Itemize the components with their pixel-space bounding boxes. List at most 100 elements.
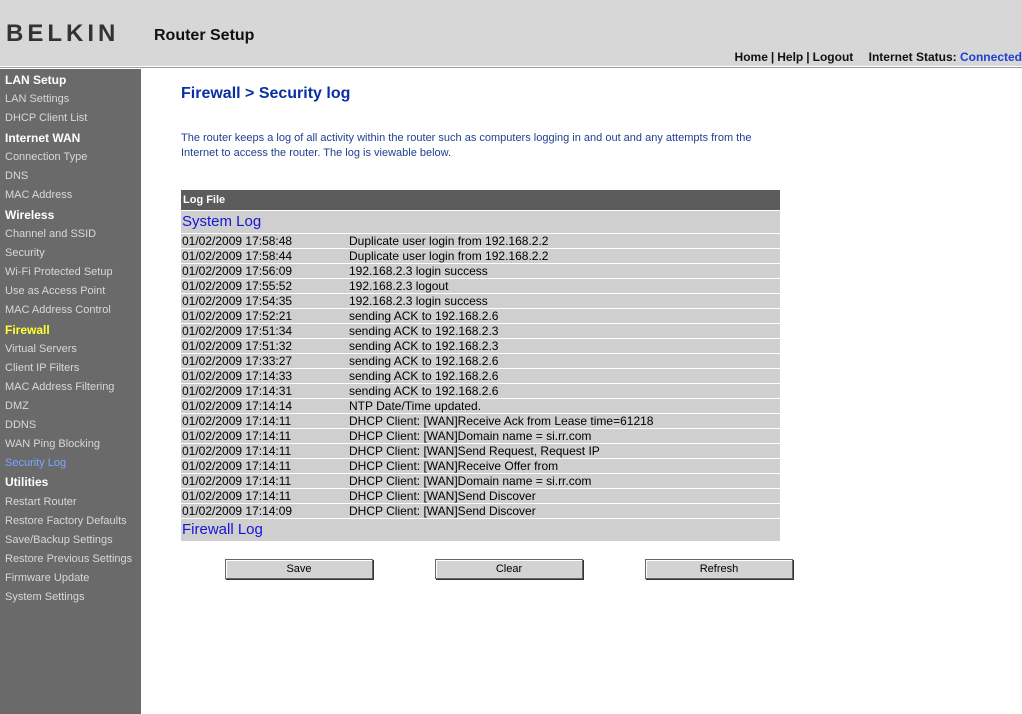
sidebar-item-restore-previous-settings[interactable]: Restore Previous Settings <box>5 553 132 565</box>
sidebar-item-connection-type[interactable]: Connection Type <box>5 151 87 163</box>
log-entry-time: 01/02/2009 17:54:35 <box>182 294 293 308</box>
log-entry-time: 01/02/2009 17:33:27 <box>182 354 293 368</box>
log-entry-row: 01/02/2009 17:56:09 192.168.2.3 login suc… <box>181 263 780 278</box>
log-entry-message: DHCP Client: [WAN]Send Discover <box>349 489 536 503</box>
sidebar-item-wan-ping-blocking[interactable]: WAN Ping Blocking <box>5 438 100 450</box>
sidebar-item-lan-settings[interactable]: LAN Settings <box>5 93 69 105</box>
log-entry-time: 01/02/2009 17:14:09 <box>182 504 293 518</box>
log-entry-time: 01/02/2009 17:55:52 <box>182 279 293 293</box>
header-divider-line <box>0 67 1022 68</box>
sidebar-item-mac-address[interactable]: MAC Address <box>5 189 72 201</box>
log-entry-row: 01/02/2009 17:14:31 sending ACK to 192.16… <box>181 383 780 398</box>
log-entry-row: 01/02/2009 17:58:48 Duplicate user login … <box>181 233 780 248</box>
log-entry-row: 01/02/2009 17:14:33 sending ACK to 192.16… <box>181 368 780 383</box>
sidebar-section-lan-setup[interactable]: LAN Setup <box>5 73 66 87</box>
log-entry-message: DHCP Client: [WAN]Receive Offer from <box>349 459 559 473</box>
log-entry-message: DHCP Client: [WAN]Send Request, Request … <box>349 444 600 458</box>
log-file-header: Log File <box>181 190 780 210</box>
sidebar-item-virtual-servers[interactable]: Virtual Servers <box>5 343 77 355</box>
log-entry-row: 01/02/2009 17:14:11 DHCP Client: [WAN]Dom… <box>181 428 780 443</box>
sidebar-item-dns[interactable]: DNS <box>5 170 28 182</box>
refresh-button[interactable]: Refresh <box>645 559 793 579</box>
sidebar-item-use-as-access-point[interactable]: Use as Access Point <box>5 285 105 297</box>
system-log-title: System Log <box>181 210 780 233</box>
log-entry-message: sending ACK to 192.168.2.3 <box>349 339 499 353</box>
log-entry-row: 01/02/2009 17:33:27 sending ACK to 192.16… <box>181 353 780 368</box>
log-entry-row: 01/02/2009 17:51:34 sending ACK to 192.16… <box>181 323 780 338</box>
header: BELKIN Router Setup Home | Help | Logout Int… <box>0 0 1022 66</box>
log-entry-time: 01/02/2009 17:14:33 <box>182 369 293 383</box>
sidebar-item-ddns[interactable]: DDNS <box>5 419 36 431</box>
log-entry-row: 01/02/2009 17:55:52 192.168.2.3 logout <box>181 278 780 293</box>
log-entry-time: 01/02/2009 17:14:11 <box>182 474 292 488</box>
sidebar-item-dhcp-client-list[interactable]: DHCP Client List <box>5 112 87 124</box>
sidebar-section-internet-wan[interactable]: Internet WAN <box>5 131 80 145</box>
sidebar-item-client-ip-filters[interactable]: Client IP Filters <box>5 362 79 374</box>
sidebar-item-firmware-update[interactable]: Firmware Update <box>5 572 89 584</box>
log-entry-time: 01/02/2009 17:14:14 <box>182 399 293 413</box>
log-entry-time: 01/02/2009 17:14:11 <box>182 429 292 443</box>
nav-separator: | <box>770 50 775 64</box>
internet-status-label: Internet Status: <box>868 50 957 64</box>
log-entry-row: 01/02/2009 17:14:11 DHCP Client: [WAN]Rec… <box>181 458 780 473</box>
log-entry-message: DHCP Client: [WAN]Receive Ack from Lease… <box>349 414 654 428</box>
sidebar-item-restart-router[interactable]: Restart Router <box>5 496 77 508</box>
sidebar-item-channel-and-ssid[interactable]: Channel and SSID <box>5 228 96 240</box>
log-entry-time: 01/02/2009 17:58:44 <box>182 249 293 263</box>
log-entry-message: sending ACK to 192.168.2.6 <box>349 309 499 323</box>
log-entry-message: sending ACK to 192.168.2.6 <box>349 354 499 368</box>
log-entry-row: 01/02/2009 17:14:11 DHCP Client: [WAN]Sen… <box>181 488 780 503</box>
sidebar-item-save-backup-settings[interactable]: Save/Backup Settings <box>5 534 113 546</box>
nav-separator: | <box>806 50 810 64</box>
log-entry-message: NTP Date/Time updated. <box>349 399 482 413</box>
save-button[interactable]: Save <box>225 559 373 579</box>
sidebar-item-security-log[interactable]: Security Log <box>5 457 66 469</box>
log-entry-message: Duplicate user login from 192.168.2.2 <box>349 249 549 263</box>
log-entry-message: 192.168.2.3 login success <box>349 294 488 308</box>
system-log-list: 01/02/2009 17:58:48 Duplicate user login … <box>181 233 780 518</box>
sidebar-item-wifi-protected-setup[interactable]: Wi-Fi Protected Setup <box>5 266 113 278</box>
log-entry-time: 01/02/2009 17:14:11 <box>182 489 292 503</box>
sidebar-item-dmz[interactable]: DMZ <box>5 400 29 412</box>
log-entry-time: 01/02/2009 17:52:21 <box>182 309 293 323</box>
log-file-panel: Log File System Log 01/02/2009 17:58:48 D… <box>181 190 780 541</box>
belkin-logo: BELKIN <box>6 20 120 47</box>
log-entry-time: 01/02/2009 17:14:11 <box>182 444 292 458</box>
sidebar-item-system-settings[interactable]: System Settings <box>5 591 84 603</box>
log-entry-message: 192.168.2.3 login success <box>349 264 488 278</box>
log-entry-row: 01/02/2009 17:14:11 DHCP Client: [WAN]Dom… <box>181 473 780 488</box>
app-title: Router Setup <box>154 27 255 44</box>
log-entry-time: 01/02/2009 17:14:11 <box>182 459 292 473</box>
sidebar-section-wireless[interactable]: Wireless <box>5 208 54 222</box>
help-link[interactable]: Help <box>777 50 803 64</box>
sidebar-item-restore-factory-defaults[interactable]: Restore Factory Defaults <box>5 515 127 527</box>
log-entry-time: 01/02/2009 17:14:11 <box>182 414 292 428</box>
log-entry-time: 01/02/2009 17:58:48 <box>182 234 293 248</box>
log-entry-message: 192.168.2.3 logout <box>349 279 449 293</box>
log-entry-time: 01/02/2009 17:51:32 <box>182 339 293 353</box>
log-entry-row: 01/02/2009 17:51:32 sending ACK to 192.16… <box>181 338 780 353</box>
logout-link[interactable]: Logout <box>813 50 854 64</box>
log-entry-message: DHCP Client: [WAN]Domain name = si.rr.co… <box>349 429 592 443</box>
log-entry-time: 01/02/2009 17:51:34 <box>182 324 293 338</box>
sidebar-item-wireless-security[interactable]: Security <box>5 247 45 259</box>
log-entry-time: 01/02/2009 17:14:31 <box>182 384 293 398</box>
internet-status-value: Connected <box>959 50 1022 64</box>
sidebar-section-utilities[interactable]: Utilities <box>5 475 48 489</box>
log-entry-message: sending ACK to 192.168.2.6 <box>349 384 499 398</box>
log-entry-row: 01/02/2009 17:14:14 NTP Date/Time updated… <box>181 398 780 413</box>
sidebar-item-mac-address-control[interactable]: MAC Address Control <box>5 304 111 316</box>
log-entry-row: 01/02/2009 17:14:09 DHCP Client: [WAN]Sen… <box>181 503 780 518</box>
log-entry-message: sending ACK to 192.168.2.6 <box>349 369 499 383</box>
sidebar-item-mac-address-filtering[interactable]: MAC Address Filtering <box>5 381 114 393</box>
sidebar-section-firewall[interactable]: Firewall <box>5 323 50 337</box>
clear-button[interactable]: Clear <box>435 559 583 579</box>
log-entry-time: 01/02/2009 17:56:09 <box>182 264 293 278</box>
log-entry-row: 01/02/2009 17:14:11 DHCP Client: [WAN]Rec… <box>181 413 780 428</box>
log-entry-row: 01/02/2009 17:54:35 192.168.2.3 login suc… <box>181 293 780 308</box>
intro-text: The router keeps a log of all activity w… <box>181 132 752 159</box>
home-link[interactable]: Home <box>735 50 768 64</box>
top-nav: Home | Help | Logout Internet Status: Connec… <box>735 50 1022 64</box>
firewall-log-title: Firewall Log <box>181 518 780 541</box>
log-entry-row: 01/02/2009 17:58:44 Duplicate user login … <box>181 248 780 263</box>
